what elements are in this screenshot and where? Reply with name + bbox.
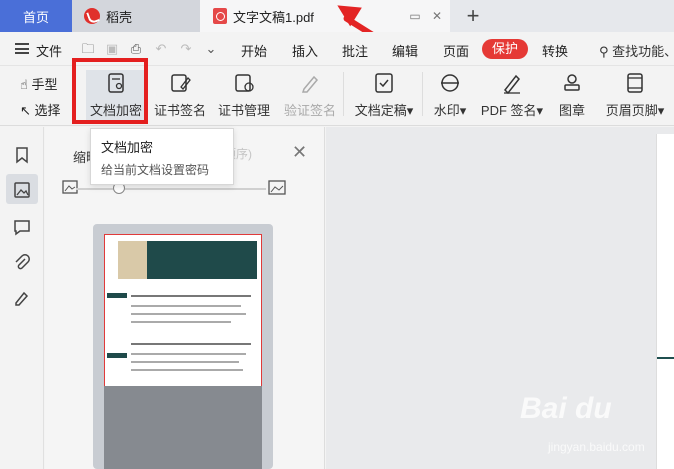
menu-start[interactable]: 开始 — [241, 41, 267, 60]
menu-protect[interactable]: 保护 — [482, 39, 528, 59]
hand-icon: ☝ — [20, 77, 28, 92]
pdf-sign-icon — [503, 74, 521, 94]
certificate-sign-icon — [171, 74, 191, 92]
select-tool[interactable]: ↖ 选择 — [20, 100, 61, 119]
resume-section-marker — [107, 293, 127, 298]
redo-icon[interactable]: ↷ — [178, 41, 194, 57]
tab-document-label: 文字文稿1.pdf — [233, 9, 314, 25]
hand-tool[interactable]: ☝ 手型 — [20, 74, 58, 93]
menu-convert[interactable]: 转换 — [542, 41, 568, 60]
select-tool-label: 选择 — [34, 103, 61, 118]
page-rule-line — [657, 357, 674, 359]
search-icon: ⚲ — [599, 44, 609, 59]
stamp-icon — [564, 74, 580, 91]
resume-section-marker — [107, 353, 127, 358]
tab-daoke-label: 稻壳 — [106, 9, 133, 25]
close-tab-icon[interactable]: ✕ — [429, 8, 445, 24]
hand-tool-label: 手型 — [31, 77, 58, 92]
tab-daoke[interactable]: 稻壳 — [72, 0, 200, 32]
search-function[interactable]: ⚲ 查找功能、 — [599, 41, 674, 60]
encrypt-tooltip: 文档加密 给当前文档设置密码 — [90, 128, 234, 185]
verify-signature-label: 验证签名 — [283, 103, 336, 118]
annotation-highlight-box — [72, 58, 148, 124]
header-footer-icon — [627, 73, 643, 93]
pdf-file-icon — [213, 8, 227, 24]
watermark-label: 水印▾ — [433, 103, 467, 118]
menu-insert[interactable]: 插入 — [292, 41, 318, 60]
header-footer-button[interactable]: 页眉页脚▾ — [598, 66, 672, 126]
tab-home-label: 首页 — [22, 9, 49, 25]
certificate-manage-label: 证书管理 — [217, 103, 270, 118]
header-footer-label: 页眉页脚▾ — [605, 103, 665, 118]
zoom-slider-track[interactable] — [76, 188, 266, 190]
resume-header-block — [147, 241, 257, 279]
menu-comment[interactable]: 批注 — [342, 41, 368, 60]
attachment-icon[interactable] — [13, 254, 31, 272]
tooltip-description: 给当前文档设置密码 — [101, 163, 210, 177]
document-page[interactable] — [656, 134, 674, 469]
pdf-sign-label: PDF 签名▾ — [480, 103, 544, 118]
ribbon-divider — [343, 72, 344, 116]
resume-text-line — [131, 343, 251, 345]
resume-text-line — [131, 369, 243, 371]
tooltip-title: 文档加密 — [101, 140, 154, 155]
resume-text-line — [131, 313, 246, 315]
pdf-sign-button[interactable]: PDF 签名▾ — [480, 66, 544, 126]
open-folder-icon[interactable]: 🗀 — [80, 41, 96, 57]
menu-icon[interactable] — [15, 43, 29, 54]
bookmark-icon[interactable] — [13, 146, 31, 164]
stamp-button[interactable]: 图章 — [552, 66, 592, 126]
certificate-sign-label: 证书签名 — [153, 103, 206, 118]
finalize-document-button[interactable]: 文档定稿▾ — [350, 66, 418, 126]
stamp-label: 图章 — [558, 103, 585, 118]
resume-text-line — [131, 321, 231, 323]
image-large-icon[interactable] — [268, 180, 286, 195]
resume-text-line — [131, 353, 246, 355]
certificate-manage-button[interactable]: 证书管理 — [214, 66, 274, 126]
resume-text-line — [131, 361, 239, 363]
print-icon[interactable]: ⎙ — [128, 41, 144, 57]
watermark-button[interactable]: 水印▾ — [428, 66, 472, 126]
comment-icon[interactable] — [13, 218, 31, 236]
baidu-watermark: Bai du — [520, 392, 612, 425]
document-check-icon — [375, 73, 393, 93]
daoke-logo-icon — [84, 8, 100, 24]
menu-edit[interactable]: 编辑 — [392, 41, 418, 60]
ribbon-divider — [422, 72, 423, 116]
finalize-document-label: 文档定稿▾ — [354, 103, 414, 118]
window-restore-icon[interactable]: ▭ — [407, 8, 423, 24]
signature-icon[interactable] — [13, 289, 31, 307]
pen-icon — [301, 75, 319, 93]
image-small-icon[interactable] — [62, 180, 78, 194]
save-icon[interactable]: ▣ — [104, 41, 120, 57]
tab-home[interactable]: 首页 — [0, 0, 72, 32]
close-icon[interactable]: ✕ — [292, 142, 307, 163]
watermark-icon — [441, 74, 459, 92]
new-tab-button[interactable]: + — [461, 3, 485, 29]
menu-page[interactable]: 页面 — [443, 41, 469, 60]
certificate-sign-button[interactable]: 证书签名 — [150, 66, 210, 126]
resume-text-line — [131, 295, 251, 297]
search-label: 查找功能、 — [612, 44, 674, 59]
certificate-manage-icon — [235, 74, 254, 92]
resume-text-line — [131, 305, 241, 307]
menu-file[interactable]: 文件 — [36, 41, 62, 60]
verify-signature-button[interactable]: 验证签名 — [278, 66, 342, 126]
baidu-watermark-url: jingyan.baidu.com — [548, 440, 645, 454]
chevron-down-icon[interactable]: ⌄ — [203, 41, 219, 57]
thumbnail-overflow-region — [104, 386, 262, 469]
document-canvas[interactable] — [326, 127, 674, 469]
cursor-icon: ↖ — [20, 103, 31, 118]
undo-icon[interactable]: ↶ — [153, 41, 169, 57]
thumbnail-icon[interactable] — [13, 181, 31, 199]
